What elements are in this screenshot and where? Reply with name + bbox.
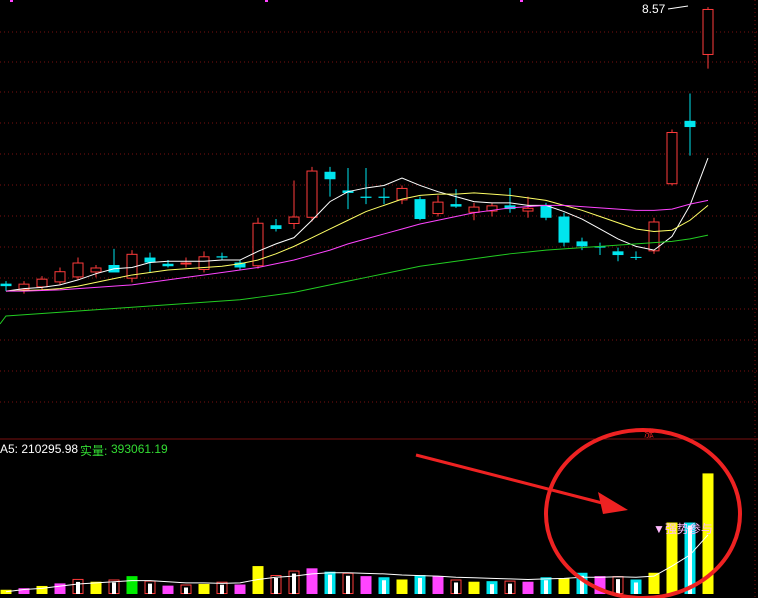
candle-body-up	[432, 201, 444, 215]
price-high-label: 8.57	[642, 2, 666, 16]
candle-body-down	[270, 225, 282, 229]
volume-bars	[0, 473, 714, 595]
candle-body-up	[468, 206, 480, 213]
volume-bar-inner	[634, 582, 638, 594]
volume-bar-inner	[508, 583, 512, 594]
candle-body-up	[648, 221, 660, 252]
volume-bar-inner	[418, 578, 422, 594]
volume-bar-yellow	[468, 581, 480, 594]
candle-body-up	[288, 216, 300, 224]
volume-bar-magenta	[54, 583, 66, 594]
volume-bar-inner	[490, 584, 494, 594]
candle-body-up	[180, 262, 192, 265]
candle-body-down	[324, 171, 336, 180]
volume-bar-inner	[328, 574, 332, 594]
volume-bar-magenta	[162, 585, 174, 594]
candle-body-down	[558, 216, 570, 243]
candle-body-up	[666, 132, 678, 185]
volume-bar-inner	[544, 580, 548, 594]
annotation-arrow-head	[598, 492, 628, 514]
annotation-arrow-shaft	[415, 453, 611, 507]
volume-bar-yellow	[36, 585, 48, 594]
candle-body-down	[450, 204, 462, 207]
candle-body-down	[540, 205, 552, 218]
candle-body-down	[0, 283, 12, 287]
volume-bar-inner	[346, 575, 350, 594]
candle-body-up	[522, 207, 534, 212]
candle-body-down	[576, 241, 588, 247]
candle-body-up	[36, 278, 48, 288]
axis-marker: 涨	[644, 428, 654, 440]
volume-bar-magenta	[234, 584, 246, 594]
ma5-volume-label: A5: 210295.98	[0, 442, 79, 456]
candle-body-down	[630, 256, 642, 258]
top-marker	[10, 0, 13, 2]
volume-bar-magenta	[522, 581, 534, 594]
candle-body-up	[72, 262, 84, 278]
real-volume-label: 实量:	[80, 444, 108, 458]
candle-body-down	[162, 263, 174, 267]
ma60-line	[0, 234, 709, 325]
volume-bar-inner	[454, 582, 458, 594]
volume-bar-inner	[184, 587, 188, 594]
volume-bar-inner	[382, 580, 386, 594]
stock-chart: 涨	[0, 0, 758, 598]
volume-bar-yellow	[396, 579, 408, 594]
grid-lines	[0, 0, 758, 598]
candle-body-up	[54, 271, 66, 283]
volume-bar-inner	[148, 583, 152, 594]
volume-bar-magenta	[360, 576, 372, 594]
volume-bar-inner	[274, 578, 278, 594]
candle-body-down	[684, 120, 696, 128]
volume-bar-magenta	[432, 576, 444, 594]
candle-body-down	[216, 256, 228, 258]
volume-bar-inner	[616, 579, 620, 594]
top-marker	[265, 0, 268, 2]
candle-body-up	[702, 8, 714, 55]
candle-body-up	[252, 222, 264, 267]
candle-body-down	[378, 196, 390, 198]
volume-bar-magenta	[306, 568, 318, 594]
candle-body-up	[306, 170, 318, 218]
volume-bar-inner	[220, 584, 224, 594]
candle-body-down	[360, 196, 372, 198]
volume-bar-yellow	[0, 589, 12, 594]
moving-average-lines	[0, 5, 709, 325]
volume-bar-inner	[112, 582, 116, 594]
volume-bar-yellow	[558, 578, 570, 594]
volume-bar-green	[126, 576, 138, 594]
candle-body-up	[90, 267, 102, 273]
price-high-pointer	[667, 5, 689, 10]
real-volume-value: 393061.19	[111, 442, 168, 456]
top-marker	[520, 0, 523, 2]
volume-bar-yellow	[198, 583, 210, 594]
candlesticks	[0, 7, 714, 294]
candle-body-down	[612, 251, 624, 256]
strong-signal-label: ▼强势参与	[653, 522, 713, 536]
candle-body-down	[414, 199, 426, 220]
